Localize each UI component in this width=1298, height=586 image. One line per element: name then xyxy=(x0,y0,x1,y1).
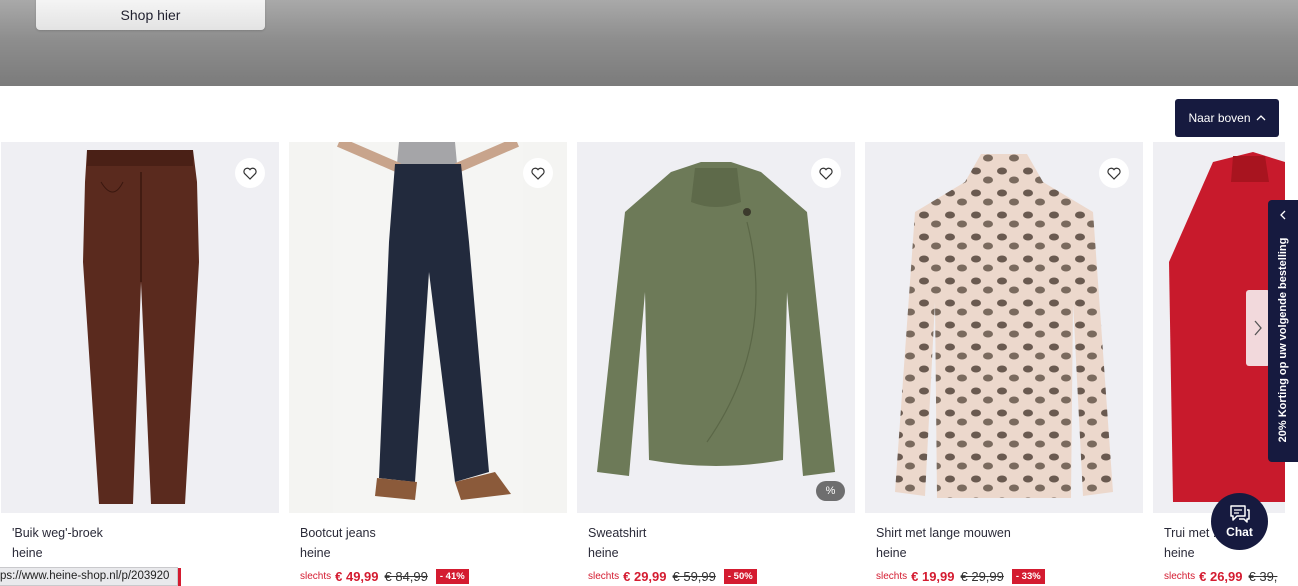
sweatshirt-image xyxy=(597,162,835,476)
old-price: € 29,99 xyxy=(960,569,1004,584)
product-title[interactable]: Bootcut jeans xyxy=(300,526,376,540)
product-image[interactable] xyxy=(289,142,567,513)
discount-badge: - 50% xyxy=(723,569,757,584)
jeans-image xyxy=(333,142,523,513)
price-row: slechts € 26,99 € 39, xyxy=(1164,569,1277,584)
back-to-top-label: Naar boven xyxy=(1188,111,1251,125)
discount-side-tab-label: 20% Korting op uw volgende bestelling xyxy=(1277,237,1289,443)
product-image[interactable]: % xyxy=(577,142,855,513)
status-bar-url: ps://www.heine-shop.nl/p/203920 xyxy=(0,567,182,586)
chat-button[interactable]: Chat xyxy=(1211,493,1268,550)
chevron-left-icon xyxy=(1280,210,1286,220)
chevron-right-icon xyxy=(1254,320,1262,336)
product-card[interactable]: Shirt met lange mouwen heine slechts € 1… xyxy=(865,142,1143,586)
product-title[interactable]: Shirt met lange mouwen xyxy=(876,526,1011,540)
product-title[interactable]: Sweatshirt xyxy=(588,526,646,540)
chat-bubbles-icon xyxy=(1229,505,1250,523)
chat-label: Chat xyxy=(1226,525,1253,539)
leopard-shirt-image xyxy=(895,154,1113,498)
price-row: slechts € 49,99 € 84,99 - 41% xyxy=(300,569,469,584)
sale-price: € 29,99 xyxy=(623,569,667,584)
product-brand: heine xyxy=(12,546,43,560)
chevron-up-icon xyxy=(1256,115,1265,121)
product-brand: heine xyxy=(300,546,331,560)
price-prefix: slechts xyxy=(300,571,332,582)
discount-side-tab[interactable]: 20% Korting op uw volgende bestelling xyxy=(1268,200,1298,462)
price-row: slechts € 29,99 € 59,99 - 50% xyxy=(588,569,757,584)
product-card[interactable]: 'Buik weg'-broek heine xyxy=(1,142,279,586)
price-prefix: slechts xyxy=(588,571,620,582)
product-card[interactable]: % Sweatshirt heine slechts € 29,99 € 59,… xyxy=(577,142,855,586)
discount-badge: - 33% xyxy=(1011,569,1045,584)
old-price: € 84,99 xyxy=(384,569,428,584)
percent-badge: % xyxy=(816,481,845,501)
carousel-next-button[interactable] xyxy=(1246,290,1270,366)
product-brand: heine xyxy=(876,546,907,560)
trousers-image xyxy=(83,150,199,504)
price-row: slechts € 19,99 € 29,99 - 33% xyxy=(876,569,1045,584)
product-image[interactable] xyxy=(865,142,1143,513)
product-brand: heine xyxy=(1164,546,1195,560)
hero-banner: Shop hier xyxy=(0,0,1298,86)
product-title[interactable]: 'Buik weg'-broek xyxy=(12,526,103,540)
wishlist-heart-button[interactable] xyxy=(1099,158,1129,188)
sale-price: € 26,99 xyxy=(1199,569,1243,584)
product-card[interactable]: Bootcut jeans heine slechts € 49,99 € 84… xyxy=(289,142,567,586)
heart-icon xyxy=(243,167,257,180)
price-prefix: slechts xyxy=(1164,571,1196,582)
heart-icon xyxy=(1107,167,1121,180)
heart-icon xyxy=(531,167,545,180)
old-price: € 39, xyxy=(1248,569,1278,584)
wishlist-heart-button[interactable] xyxy=(235,158,265,188)
wishlist-heart-button[interactable] xyxy=(811,158,841,188)
shop-here-button[interactable]: Shop hier xyxy=(36,0,265,30)
product-image[interactable] xyxy=(1,142,279,513)
old-price: € 59,99 xyxy=(672,569,716,584)
price-prefix: slechts xyxy=(876,571,908,582)
heart-icon xyxy=(819,167,833,180)
wishlist-heart-button[interactable] xyxy=(523,158,553,188)
discount-badge: - 41% xyxy=(435,569,469,584)
sale-price: € 19,99 xyxy=(911,569,955,584)
product-brand: heine xyxy=(588,546,619,560)
sale-price: € 49,99 xyxy=(335,569,379,584)
back-to-top-button[interactable]: Naar boven xyxy=(1175,99,1279,137)
